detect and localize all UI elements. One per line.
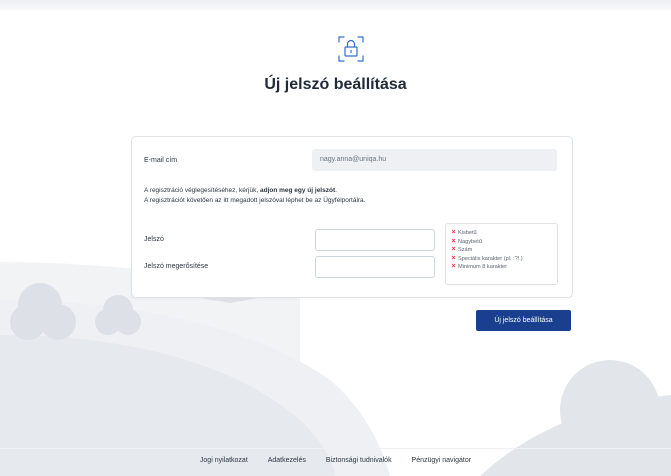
password-input[interactable] [315, 229, 435, 251]
footer-link-privacy[interactable]: Adatkezelés [268, 457, 306, 464]
info-line-1: A regisztráció véglegesítéséhez, kérjük,… [144, 187, 337, 194]
cross-icon: × [451, 254, 456, 262]
email-field: nagy.anna@uniqa.hu [312, 149, 557, 171]
info-emphasis: adjon meg egy új jelszót [259, 187, 336, 194]
registration-info: A regisztráció véglegesítéséhez, kérjük,… [144, 186, 365, 206]
requirement-lowercase: × Kisbetű [449, 229, 557, 238]
padlock-icon [338, 36, 364, 62]
password-form-card: E-mail cím nagy.anna@uniqa.hu A regisztr… [131, 136, 573, 298]
footer-divider [0, 448, 671, 449]
password-confirm-label: Jelszó megerősítése [144, 263, 209, 270]
cross-icon: × [451, 229, 456, 236]
requirement-uppercase: × Nagybetű [449, 238, 557, 247]
password-label: Jelszó [144, 236, 164, 243]
cross-icon: × [451, 263, 456, 270]
footer-link-financial-navigator[interactable]: Pénzügyi navigátor [412, 457, 472, 464]
footer-link-legal[interactable]: Jogi nyilatkozat [200, 457, 248, 464]
requirement-special-character: × Speciális karakter (pl. :?!.) [449, 255, 557, 264]
cross-icon: × [451, 246, 456, 253]
page-title: Új jelszó beállítása [264, 76, 407, 93]
email-label: E-mail cím [144, 157, 178, 164]
info-line-2: A regisztrációt követően az itt megadott… [144, 197, 366, 204]
footer-link-security[interactable]: Biztonsági tudnivalók [326, 457, 392, 464]
requirement-number: × Szám [449, 246, 557, 255]
password-requirements: × Kisbetű × Nagybetű × Szám × Speciális kara… [445, 223, 558, 285]
cross-icon: × [451, 237, 456, 245]
set-new-password-button[interactable]: Új jelszó beállítása [476, 310, 571, 331]
password-confirm-input[interactable] [315, 256, 435, 278]
footer: Jogi nyilatkozat Adatkezelés Biztonsági … [0, 457, 671, 464]
requirement-min-length: × Minimum 8 karakter [449, 263, 557, 272]
